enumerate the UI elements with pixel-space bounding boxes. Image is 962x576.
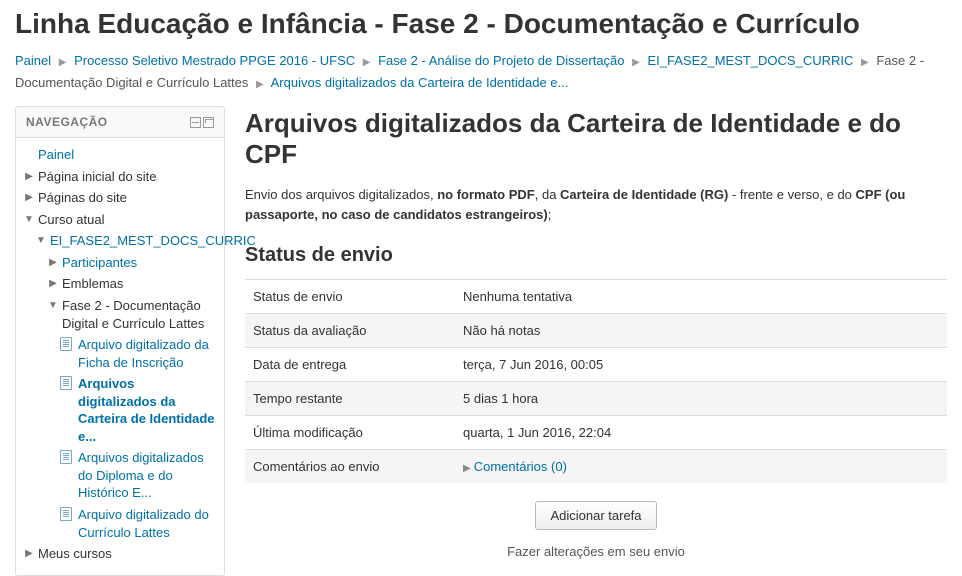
collapse-icon[interactable]: ▼ — [36, 234, 46, 248]
collapse-icon[interactable] — [203, 117, 214, 128]
table-row: Última modificaçãoquarta, 1 Jun 2016, 22… — [245, 416, 947, 450]
status-label: Status de envio — [245, 280, 455, 314]
assignment-icon — [60, 376, 74, 395]
page-title: Linha Educação e Infância - Fase 2 - Doc… — [0, 0, 962, 45]
chevron-right-icon: ▶ — [463, 463, 471, 474]
breadcrumb-current[interactable]: Arquivos digitalizados da Carteira de Id… — [271, 75, 569, 90]
breadcrumb-link[interactable]: Fase 2 - Análise do Projeto de Dissertaç… — [378, 53, 624, 68]
nav-section[interactable]: Fase 2 - Documentação Digital e Currícul… — [62, 297, 216, 332]
breadcrumb-link[interactable]: EI_FASE2_MEST_DOCS_CURRIC — [647, 53, 853, 68]
status-value: terça, 7 Jun 2016, 00:05 — [455, 348, 947, 382]
status-value: 5 dias 1 hora — [455, 382, 947, 416]
table-row: Comentários ao envio ▶Comentários (0) — [245, 450, 947, 484]
nav-activity[interactable]: Arquivo digitalizado da Ficha de Inscriç… — [78, 336, 216, 371]
nav-activity[interactable]: Arquivos digitalizados do Diploma e do H… — [78, 449, 216, 502]
expand-icon[interactable]: ▶ — [24, 191, 34, 205]
nav-current-course: Curso atual — [38, 211, 216, 229]
status-label: Comentários ao envio — [245, 450, 455, 484]
chevron-right-icon: ▶ — [363, 57, 371, 68]
table-row: Tempo restante5 dias 1 hora — [245, 382, 947, 416]
status-value: Nenhuma tentativa — [455, 280, 947, 314]
nav-my-courses[interactable]: Meus cursos — [38, 545, 216, 563]
comments-toggle[interactable]: ▶Comentários (0) — [463, 459, 567, 474]
block-title: NAVEGAÇÃO — [26, 115, 108, 129]
status-label: Tempo restante — [245, 382, 455, 416]
expand-icon[interactable]: ▶ — [48, 256, 58, 270]
breadcrumb: Painel ▶ Processo Seletivo Mestrado PPGE… — [0, 45, 962, 106]
expand-icon[interactable]: ▶ — [48, 277, 58, 291]
status-label: Data de entrega — [245, 348, 455, 382]
chevron-right-icon: ▶ — [861, 57, 869, 68]
breadcrumb-link[interactable]: Painel — [15, 53, 51, 68]
collapse-icon[interactable]: ▼ — [48, 299, 58, 313]
nav-course-link[interactable]: EI_FASE2_MEST_DOCS_CURRIC — [50, 232, 256, 250]
nav-site-home[interactable]: Página inicial do site — [38, 168, 216, 186]
nav-painel[interactable]: Painel — [38, 146, 216, 164]
nav-site-pages[interactable]: Páginas do site — [38, 189, 216, 207]
expand-icon[interactable]: ▶ — [24, 170, 34, 184]
assignment-icon — [60, 337, 74, 356]
assignment-icon — [60, 450, 74, 469]
chevron-right-icon: ▶ — [59, 57, 67, 68]
main-heading: Arquivos digitalizados da Carteira de Id… — [245, 108, 947, 170]
chevron-right-icon: ▶ — [632, 57, 640, 68]
breadcrumb-link[interactable]: Processo Seletivo Mestrado PPGE 2016 - U… — [74, 53, 355, 68]
chevron-right-icon: ▶ — [256, 79, 264, 90]
status-table: Status de envioNenhuma tentativa Status … — [245, 279, 947, 483]
edit-note: Fazer alterações em seu envio — [245, 544, 947, 559]
intro-text: Envio dos arquivos digitalizados, no for… — [245, 185, 947, 224]
status-label: Status da avaliação — [245, 314, 455, 348]
collapse-icon[interactable]: ▼ — [24, 213, 34, 227]
nav-badges[interactable]: Emblemas — [62, 275, 216, 293]
status-label: Última modificação — [245, 416, 455, 450]
status-value: quarta, 1 Jun 2016, 22:04 — [455, 416, 947, 450]
table-row: Status de envioNenhuma tentativa — [245, 280, 947, 314]
nav-participants[interactable]: Participantes — [62, 254, 216, 272]
table-row: Data de entregaterça, 7 Jun 2016, 00:05 — [245, 348, 947, 382]
navigation-block: NAVEGAÇÃO Painel ▶ Página inicial do site… — [15, 106, 225, 575]
status-heading: Status de envio — [245, 244, 947, 267]
assignment-icon — [60, 507, 74, 526]
expand-icon[interactable]: ▶ — [24, 547, 34, 561]
table-row: Status da avaliaçãoNão há notas — [245, 314, 947, 348]
add-submission-button[interactable]: Adicionar tarefa — [535, 501, 656, 530]
dock-icon[interactable] — [190, 117, 201, 128]
status-value: Não há notas — [455, 314, 947, 348]
nav-activity[interactable]: Arquivo digitalizado do Currículo Lattes — [78, 506, 216, 541]
nav-activity-current[interactable]: Arquivos digitalizados da Carteira de Id… — [78, 375, 216, 445]
